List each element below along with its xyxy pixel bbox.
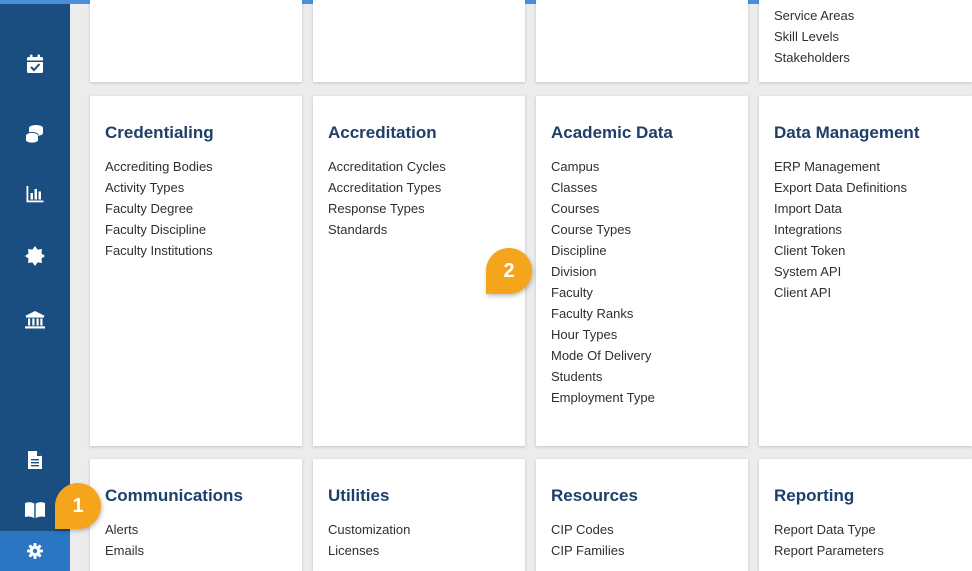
card-list: Report Data Type Report Parameters <box>774 519 884 561</box>
list-item[interactable]: Report Parameters <box>774 540 884 561</box>
list-item-division[interactable]: Division <box>551 261 655 282</box>
sidebar-nav <box>0 4 70 571</box>
card-list: Campus Classes Courses Course Types Disc… <box>551 156 655 408</box>
list-item[interactable]: Mode Of Delivery <box>551 345 655 366</box>
list-item[interactable]: Export Data Definitions <box>774 177 907 198</box>
card-title: Reporting <box>774 486 855 505</box>
list-item[interactable]: Licenses <box>328 540 410 561</box>
card-title: Utilities <box>328 486 390 505</box>
card-title: Resources <box>551 486 638 505</box>
list-item[interactable]: Client API <box>774 282 907 303</box>
list-item[interactable]: Integrations <box>774 219 907 240</box>
card-title: Credentialing <box>105 123 214 142</box>
card-list: ERP Management Export Data Definitions I… <box>774 156 907 303</box>
list-item[interactable]: Accreditation Cycles <box>328 156 446 177</box>
list-item[interactable]: Activity Types <box>105 177 213 198</box>
card-reporting: Reporting Report Data Type Report Parame… <box>759 459 972 571</box>
card-communications: Communications Alerts Emails <box>90 459 302 571</box>
list-item[interactable]: Customization <box>328 519 410 540</box>
list-item[interactable]: ERP Management <box>774 156 907 177</box>
card-top-3 <box>536 0 748 82</box>
list-item[interactable]: Stakeholders <box>774 47 854 68</box>
callout-number: 1 <box>72 494 84 517</box>
list-item[interactable]: Hour Types <box>551 324 655 345</box>
calendar-check-icon[interactable] <box>0 44 70 84</box>
list-item[interactable]: Report Data Type <box>774 519 884 540</box>
settings-gear-icon[interactable] <box>0 531 70 571</box>
list-item[interactable]: Standards <box>328 219 446 240</box>
list-item[interactable]: Client Token <box>774 240 907 261</box>
step-callout-2: 2 <box>486 248 532 294</box>
card-data-management: Data Management ERP Management Export Da… <box>759 96 972 446</box>
list-item[interactable]: Faculty <box>551 282 655 303</box>
list-item[interactable]: Accreditation Types <box>328 177 446 198</box>
list-item[interactable]: Skill Levels <box>774 26 854 47</box>
card-credentialing: Credentialing Accrediting Bodies Activit… <box>90 96 302 446</box>
document-icon[interactable] <box>0 440 70 480</box>
list-item[interactable]: Classes <box>551 177 655 198</box>
list-item[interactable]: CIP Families <box>551 540 624 561</box>
list-item[interactable]: Courses <box>551 198 655 219</box>
list-item[interactable]: Alerts <box>105 519 144 540</box>
bar-chart-icon[interactable] <box>0 174 70 214</box>
list-item[interactable]: Import Data <box>774 198 907 219</box>
card-top-1 <box>90 0 302 82</box>
card-title: Data Management <box>774 123 920 142</box>
step-callout-1: 1 <box>55 483 101 529</box>
top-card-list: Service Areas Skill Levels Stakeholders <box>774 5 854 68</box>
list-item[interactable]: Response Types <box>328 198 446 219</box>
list-item[interactable]: Discipline <box>551 240 655 261</box>
list-item[interactable]: Faculty Discipline <box>105 219 213 240</box>
card-top-4: Service Areas Skill Levels Stakeholders <box>759 0 972 82</box>
card-academic-data: Academic Data Campus Classes Courses Cou… <box>536 96 748 446</box>
list-item[interactable]: Campus <box>551 156 655 177</box>
list-item[interactable]: Students <box>551 366 655 387</box>
coins-icon[interactable] <box>0 114 70 154</box>
list-item[interactable]: Employment Type <box>551 387 655 408</box>
card-title: Academic Data <box>551 123 673 142</box>
card-list: Customization Licenses <box>328 519 410 561</box>
list-item[interactable]: CIP Codes <box>551 519 624 540</box>
card-title: Communications <box>105 486 243 505</box>
list-item[interactable]: Emails <box>105 540 144 561</box>
list-item[interactable]: System API <box>774 261 907 282</box>
card-title: Accreditation <box>328 123 437 142</box>
card-list: Accrediting Bodies Activity Types Facult… <box>105 156 213 261</box>
list-item[interactable]: Accrediting Bodies <box>105 156 213 177</box>
card-top-2 <box>313 0 525 82</box>
list-item[interactable]: Faculty Institutions <box>105 240 213 261</box>
callout-number: 2 <box>503 259 515 282</box>
card-list: Accreditation Cycles Accreditation Types… <box>328 156 446 240</box>
card-resources: Resources CIP Codes CIP Families <box>536 459 748 571</box>
card-utilities: Utilities Customization Licenses <box>313 459 525 571</box>
institution-icon[interactable] <box>0 300 70 340</box>
list-item[interactable]: Faculty Degree <box>105 198 213 219</box>
card-list: CIP Codes CIP Families <box>551 519 624 561</box>
list-item[interactable]: Course Types <box>551 219 655 240</box>
list-item[interactable]: Service Areas <box>774 5 854 26</box>
badge-icon[interactable] <box>0 236 70 276</box>
list-item[interactable]: Faculty Ranks <box>551 303 655 324</box>
card-list: Alerts Emails <box>105 519 144 561</box>
